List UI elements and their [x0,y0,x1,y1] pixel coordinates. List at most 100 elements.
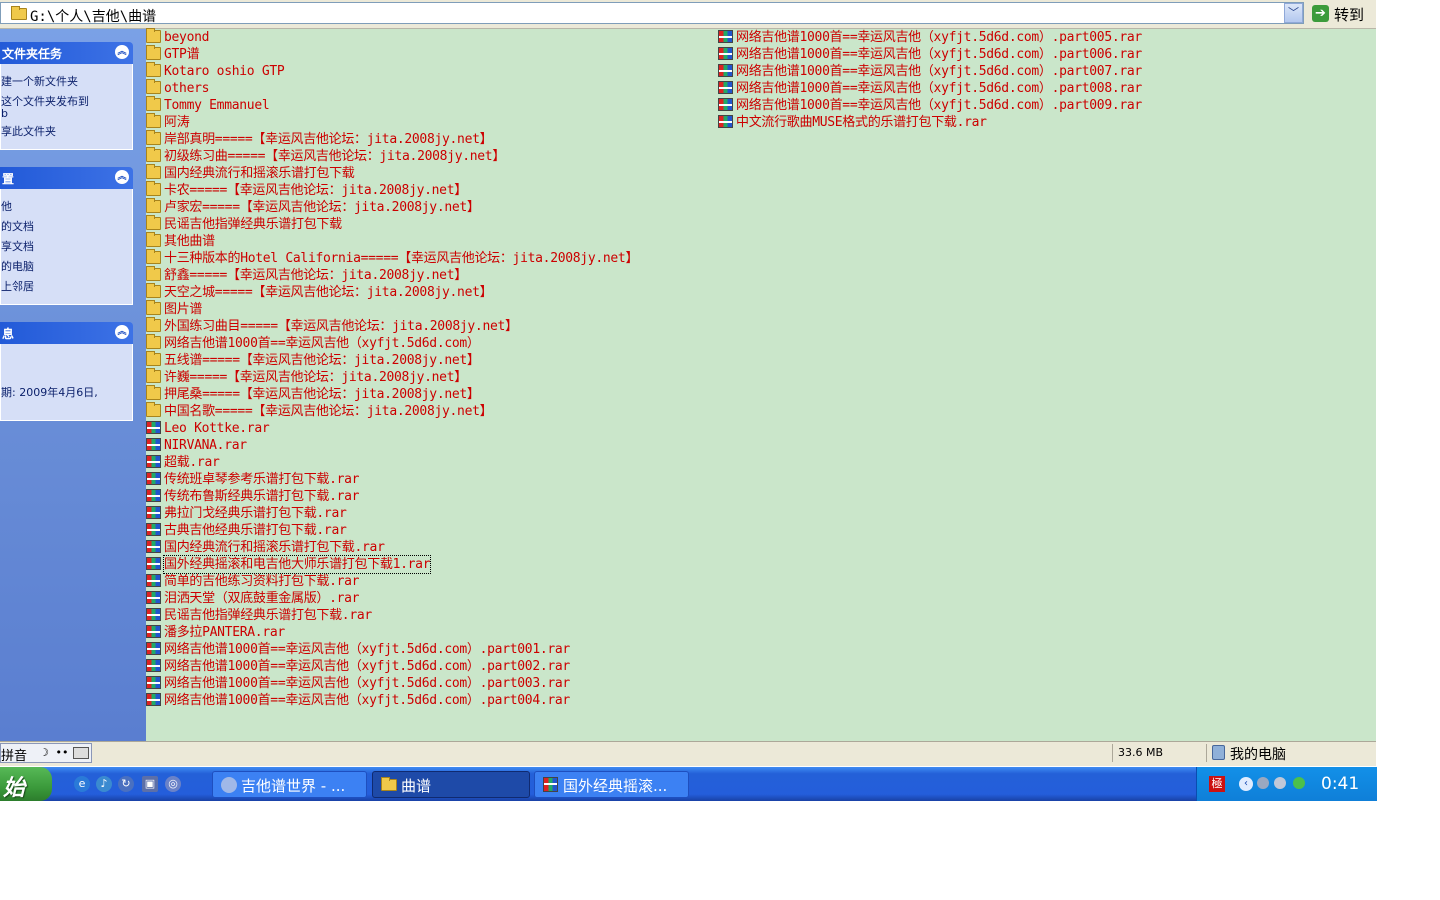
task-link-new-folder[interactable]: 建一个新文件夹 [1,73,78,89]
taskbar-task-folder[interactable]: 曲谱 [372,771,530,798]
task-link-share-folder[interactable]: 享此文件夹 [1,123,56,139]
file-name: 舒鑫=====【幸运风吉他论坛：jita.2008jy.net】 [164,268,467,283]
speaker-icon[interactable] [1274,777,1286,789]
safety-icon[interactable] [1293,777,1305,789]
address-dropdown-button[interactable]: ﹀ [1284,3,1303,23]
task-link-publish-folder-cont[interactable]: b [1,107,8,120]
media-icon[interactable]: ♪ [96,776,112,792]
task-label: 吉他谱世界 - ... [241,777,346,795]
folder-icon [146,283,161,298]
file-name: 民谣吉他指弹经典乐谱打包下载 [164,217,342,232]
folder-icon [11,6,27,20]
file-name: 网络吉他谱1000首==幸运风吉他（xyfjt.5d6d.com）.part00… [164,642,570,657]
rar-icon [146,642,161,655]
file-name: beyond [164,30,210,45]
task-pane: 文件夹任务 ︽ 建一个新文件夹 这个文件夹发布到 b 享此文件夹 置 ︽ 他 的… [0,29,146,741]
system-tray: 極 ‹ 0:41 [1196,767,1377,801]
place-link-my-documents[interactable]: 的文档 [1,218,34,234]
file-name: 外国练习曲目=====【幸运风吉他论坛：jita.2008jy.net】 [164,319,518,334]
place-link-shared-documents[interactable]: 享文档 [1,238,34,254]
app-icon[interactable]: ▣ [142,776,158,792]
folder-icon [146,317,161,332]
file-name: 网络吉他谱1000首==幸运风吉他（xyfjt.5d6d.com）.part00… [736,64,1142,79]
taskbar-task-rar[interactable]: 国外经典摇滚... [534,771,689,798]
file-name: 国内经典流行和摇滚乐谱打包下载.rar [164,540,385,555]
refresh-icon[interactable]: ↻ [118,776,134,792]
start-button[interactable]: 始 [0,767,52,801]
rar-icon [146,472,161,485]
place-link-network[interactable]: 上邻居 [1,278,34,294]
file-list[interactable]: beyond GTP谱 Kotaro oshio GTP others Tommy Em… [146,28,1376,741]
rar-icon [146,455,161,468]
folder-icon [146,28,161,43]
folder-icon [146,368,161,383]
ime-mode-label[interactable]: 拼音 [1,745,27,764]
address-path[interactable]: G:\个人\吉他\曲谱 [30,6,156,26]
taskbar-task-browser[interactable]: 吉他谱世界 - ... [212,771,367,798]
punctuation-icon[interactable]: •• [55,746,69,760]
folder-icon [146,164,161,179]
collapse-chevron-icon[interactable]: ︽ [115,325,129,339]
file-name: 泪洒天堂（双底鼓重金属版）.rar [164,591,360,606]
keyboard-icon[interactable] [73,747,89,759]
panel-header-tasks[interactable]: 文件夹任务 ︽ [0,42,133,64]
folder-icon [146,96,161,111]
rar-icon [146,438,161,451]
panel-title-details: 息 [2,327,15,341]
folder-icon [146,300,161,315]
file-name: 民谣吉他指弹经典乐谱打包下载.rar [164,608,372,623]
file-name: Kotaro oshio GTP [164,64,285,79]
rar-icon [146,506,161,519]
rar-icon [146,625,161,638]
place-link-guitar[interactable]: 他 [1,198,12,214]
file-name: 阿涛 [164,115,190,130]
file-name: 网络吉他谱1000首==幸运风吉他（xyfjt.5d6d.com）.part00… [164,693,570,708]
status-bar: 拼音 ☽ •• 33.6 MB 我的电脑 [0,741,1376,766]
file-name: NIRVANA.rar [164,438,247,453]
file-name: 国外经典摇滚和电吉他大师乐谱打包下载1.rar [162,555,432,574]
rar-icon [718,81,733,94]
rar-icon [718,64,733,77]
folder-icon [146,45,161,60]
ie-icon[interactable]: e [74,776,90,792]
panel-title-tasks: 文件夹任务 [2,47,63,61]
folder-icon [146,130,161,145]
rar-icon [146,540,161,553]
file-name: 网络吉他谱1000首==幸运风吉他（xyfjt.5d6d.com）.part00… [164,659,570,674]
file-name: 网络吉他谱1000首==幸运风吉他（xyfjt.5d6d.com）.part00… [736,98,1142,113]
folder-icon [381,777,397,791]
rar-icon [146,676,161,689]
task-label: 曲谱 [401,777,432,795]
place-link-my-computer[interactable]: 的电脑 [1,258,34,274]
collapse-chevron-icon[interactable]: ︽ [115,170,129,184]
browser-icon[interactable]: ◎ [165,776,181,792]
rar-icon [146,659,161,672]
panel-header-places[interactable]: 置 ︽ [0,167,133,189]
folder-icon [146,232,161,247]
address-input[interactable]: G:\个人\吉他\曲谱 [0,2,1304,26]
ime-toolbar[interactable]: 拼音 ☽ •• [0,743,92,764]
go-arrow-icon: ➔ [1312,5,1329,22]
folder-icon [146,79,161,94]
show-hidden-icons-arrow-icon[interactable]: ‹ [1239,777,1253,791]
file-name: 许巍=====【幸运风吉他论坛：jita.2008jy.net】 [164,370,467,385]
rar-icon [146,557,161,570]
panel-header-details[interactable]: 息 ︽ [0,322,133,344]
go-button[interactable]: ➔ 转到 [1308,3,1374,25]
rar-icon [543,777,558,792]
ime-tray-icon[interactable]: 極 [1209,776,1225,792]
collapse-chevron-icon[interactable]: ︽ [115,45,129,59]
folder-icon [146,198,161,213]
rar-icon [146,693,161,706]
rar-icon [146,523,161,536]
rar-icon [718,30,733,43]
rar-icon [718,115,733,128]
task-link-publish-folder[interactable]: 这个文件夹发布到 [1,93,89,109]
rar-icon [146,421,161,434]
moon-icon[interactable]: ☽ [37,746,51,760]
folder-icon [146,351,161,366]
status-size: 33.6 MB [1118,746,1164,759]
network-icon[interactable] [1257,777,1269,789]
file-name: 卡农=====【幸运风吉他论坛：jita.2008jy.net】 [164,183,467,198]
file-name: 简单的吉他练习资料打包下载.rar [164,574,360,589]
